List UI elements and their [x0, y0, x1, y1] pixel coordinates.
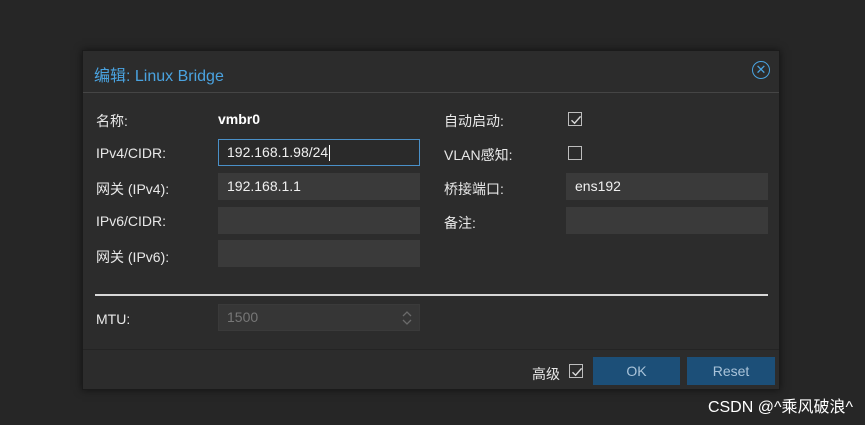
- close-icon[interactable]: ✕: [752, 61, 770, 79]
- mtu-label: MTU:: [96, 311, 131, 327]
- check-icon: [572, 367, 583, 377]
- watermark: CSDN @^乘风破浪^: [707, 399, 853, 416]
- gateway-ipv4-label: 网关 (IPv4):: [96, 181, 170, 197]
- bridge-ports-label: 桥接端口:: [444, 181, 504, 197]
- ipv6-cidr-input[interactable]: [218, 207, 420, 234]
- dialog-title: 编辑: Linux Bridge: [94, 68, 224, 85]
- autostart-checkbox[interactable]: [568, 112, 582, 126]
- mtu-placeholder: 1500: [227, 309, 259, 325]
- ipv4-label: IPv4/CIDR:: [96, 145, 167, 161]
- edit-linux-bridge-dialog: 编辑: Linux Bridge ✕ 名称: vmbr0 IPv4/CIDR: …: [82, 50, 780, 390]
- comment-input[interactable]: [566, 207, 768, 234]
- text-caret: [329, 145, 331, 162]
- name-label: 名称:: [96, 113, 128, 129]
- vlan-aware-label: VLAN感知:: [444, 147, 513, 163]
- mtu-input[interactable]: 1500: [218, 304, 420, 331]
- name-value: vmbr0: [218, 111, 261, 127]
- advanced-checkbox[interactable]: [569, 364, 583, 378]
- gateway-ipv4-input[interactable]: 192.168.1.1: [218, 173, 420, 200]
- gateway-ipv6-input[interactable]: [218, 240, 420, 267]
- autostart-label: 自动启动:: [444, 113, 504, 129]
- ipv4-cidr-input[interactable]: 192.168.1.98/24: [218, 139, 420, 166]
- gateway-ipv6-label: 网关 (IPv6):: [96, 249, 170, 265]
- check-icon: [571, 115, 582, 125]
- vlan-aware-checkbox[interactable]: [568, 146, 582, 160]
- bridge-ports-input[interactable]: ens192: [566, 173, 768, 200]
- comment-label: 备注:: [444, 215, 476, 231]
- dialog-titlebar: 编辑: Linux Bridge ✕: [83, 51, 779, 93]
- advanced-label: 高级: [532, 366, 560, 382]
- ok-button[interactable]: OK: [593, 357, 680, 385]
- reset-button[interactable]: Reset: [687, 357, 775, 385]
- ipv6-label: IPv6/CIDR:: [96, 213, 167, 229]
- section-divider: [95, 294, 768, 296]
- footer-separator: [83, 349, 779, 350]
- spinner-arrows-icon[interactable]: [401, 308, 413, 328]
- ipv4-cidr-text: 192.168.1.98/24: [227, 144, 329, 160]
- screen: 编辑: Linux Bridge ✕ 名称: vmbr0 IPv4/CIDR: …: [0, 0, 865, 425]
